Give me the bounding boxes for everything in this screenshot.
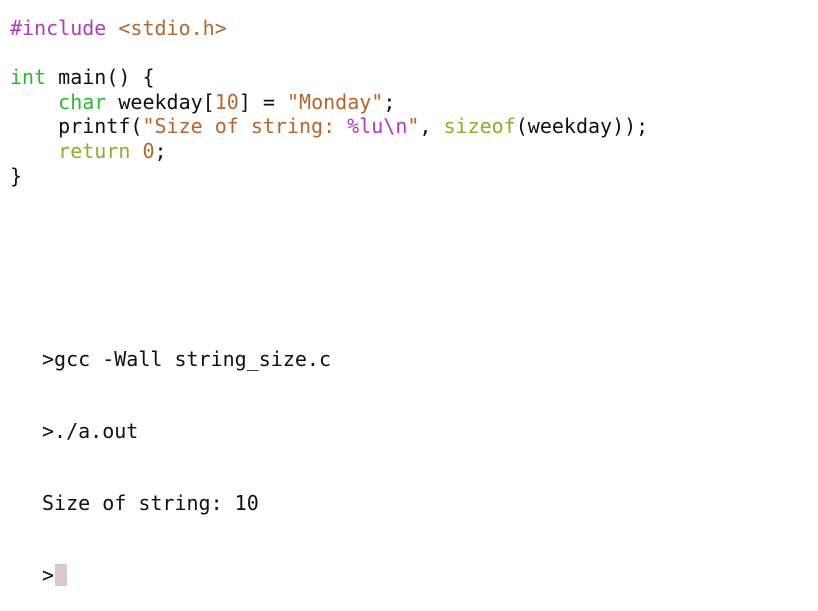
code-line: char weekday[10] = "Monday"; bbox=[10, 90, 648, 115]
code-token: ; bbox=[154, 138, 167, 163]
code-token: return bbox=[58, 138, 131, 163]
code-token: " bbox=[407, 114, 420, 139]
terminal-line: Size of string: 10 bbox=[42, 491, 259, 515]
code-token: weekday[ bbox=[106, 89, 215, 114]
code-line: #include <stdio.h> bbox=[10, 16, 648, 41]
code-token: 0 bbox=[142, 138, 155, 163]
code-token: 10 bbox=[214, 89, 239, 114]
code-token: #include bbox=[10, 16, 107, 40]
code-line: } bbox=[10, 164, 648, 189]
code-token: main() { bbox=[46, 65, 155, 90]
code-token: <stdio.h> bbox=[118, 16, 227, 40]
code-token: %lu\n bbox=[347, 114, 408, 139]
prompt-symbol: > bbox=[42, 563, 55, 587]
code-token: ; bbox=[383, 89, 396, 114]
code-token: (weekday)); bbox=[515, 114, 649, 139]
terminal-output[interactable]: >gcc -Wall string_size.c >./a.out Size o… bbox=[42, 299, 331, 611]
terminal-line: >gcc -Wall string_size.c bbox=[42, 347, 331, 371]
screen: { "colors": { "preprocessor": "#b03db8",… bbox=[0, 0, 818, 587]
code-token: } bbox=[10, 163, 23, 188]
terminal-line: >./a.out bbox=[42, 419, 139, 443]
code-line: return 0; bbox=[10, 139, 648, 164]
code-token: "Monday" bbox=[286, 89, 384, 114]
code-editor[interactable]: #include <stdio.h> int main() { char wee… bbox=[10, 16, 648, 188]
code-token: "Size of string: bbox=[142, 114, 348, 139]
code-token: printf( bbox=[10, 114, 143, 139]
code-token: ] = bbox=[238, 89, 287, 114]
code-token: char bbox=[58, 89, 107, 114]
code-token: sizeof bbox=[443, 114, 516, 139]
code-line: int main() { bbox=[10, 65, 648, 90]
text-cursor bbox=[55, 564, 68, 586]
code-token: int bbox=[10, 65, 47, 90]
code-line: printf("Size of string: %lu\n", sizeof(w… bbox=[10, 114, 648, 139]
code-token: , bbox=[419, 114, 444, 139]
terminal-prompt-line[interactable]: > bbox=[42, 563, 331, 587]
